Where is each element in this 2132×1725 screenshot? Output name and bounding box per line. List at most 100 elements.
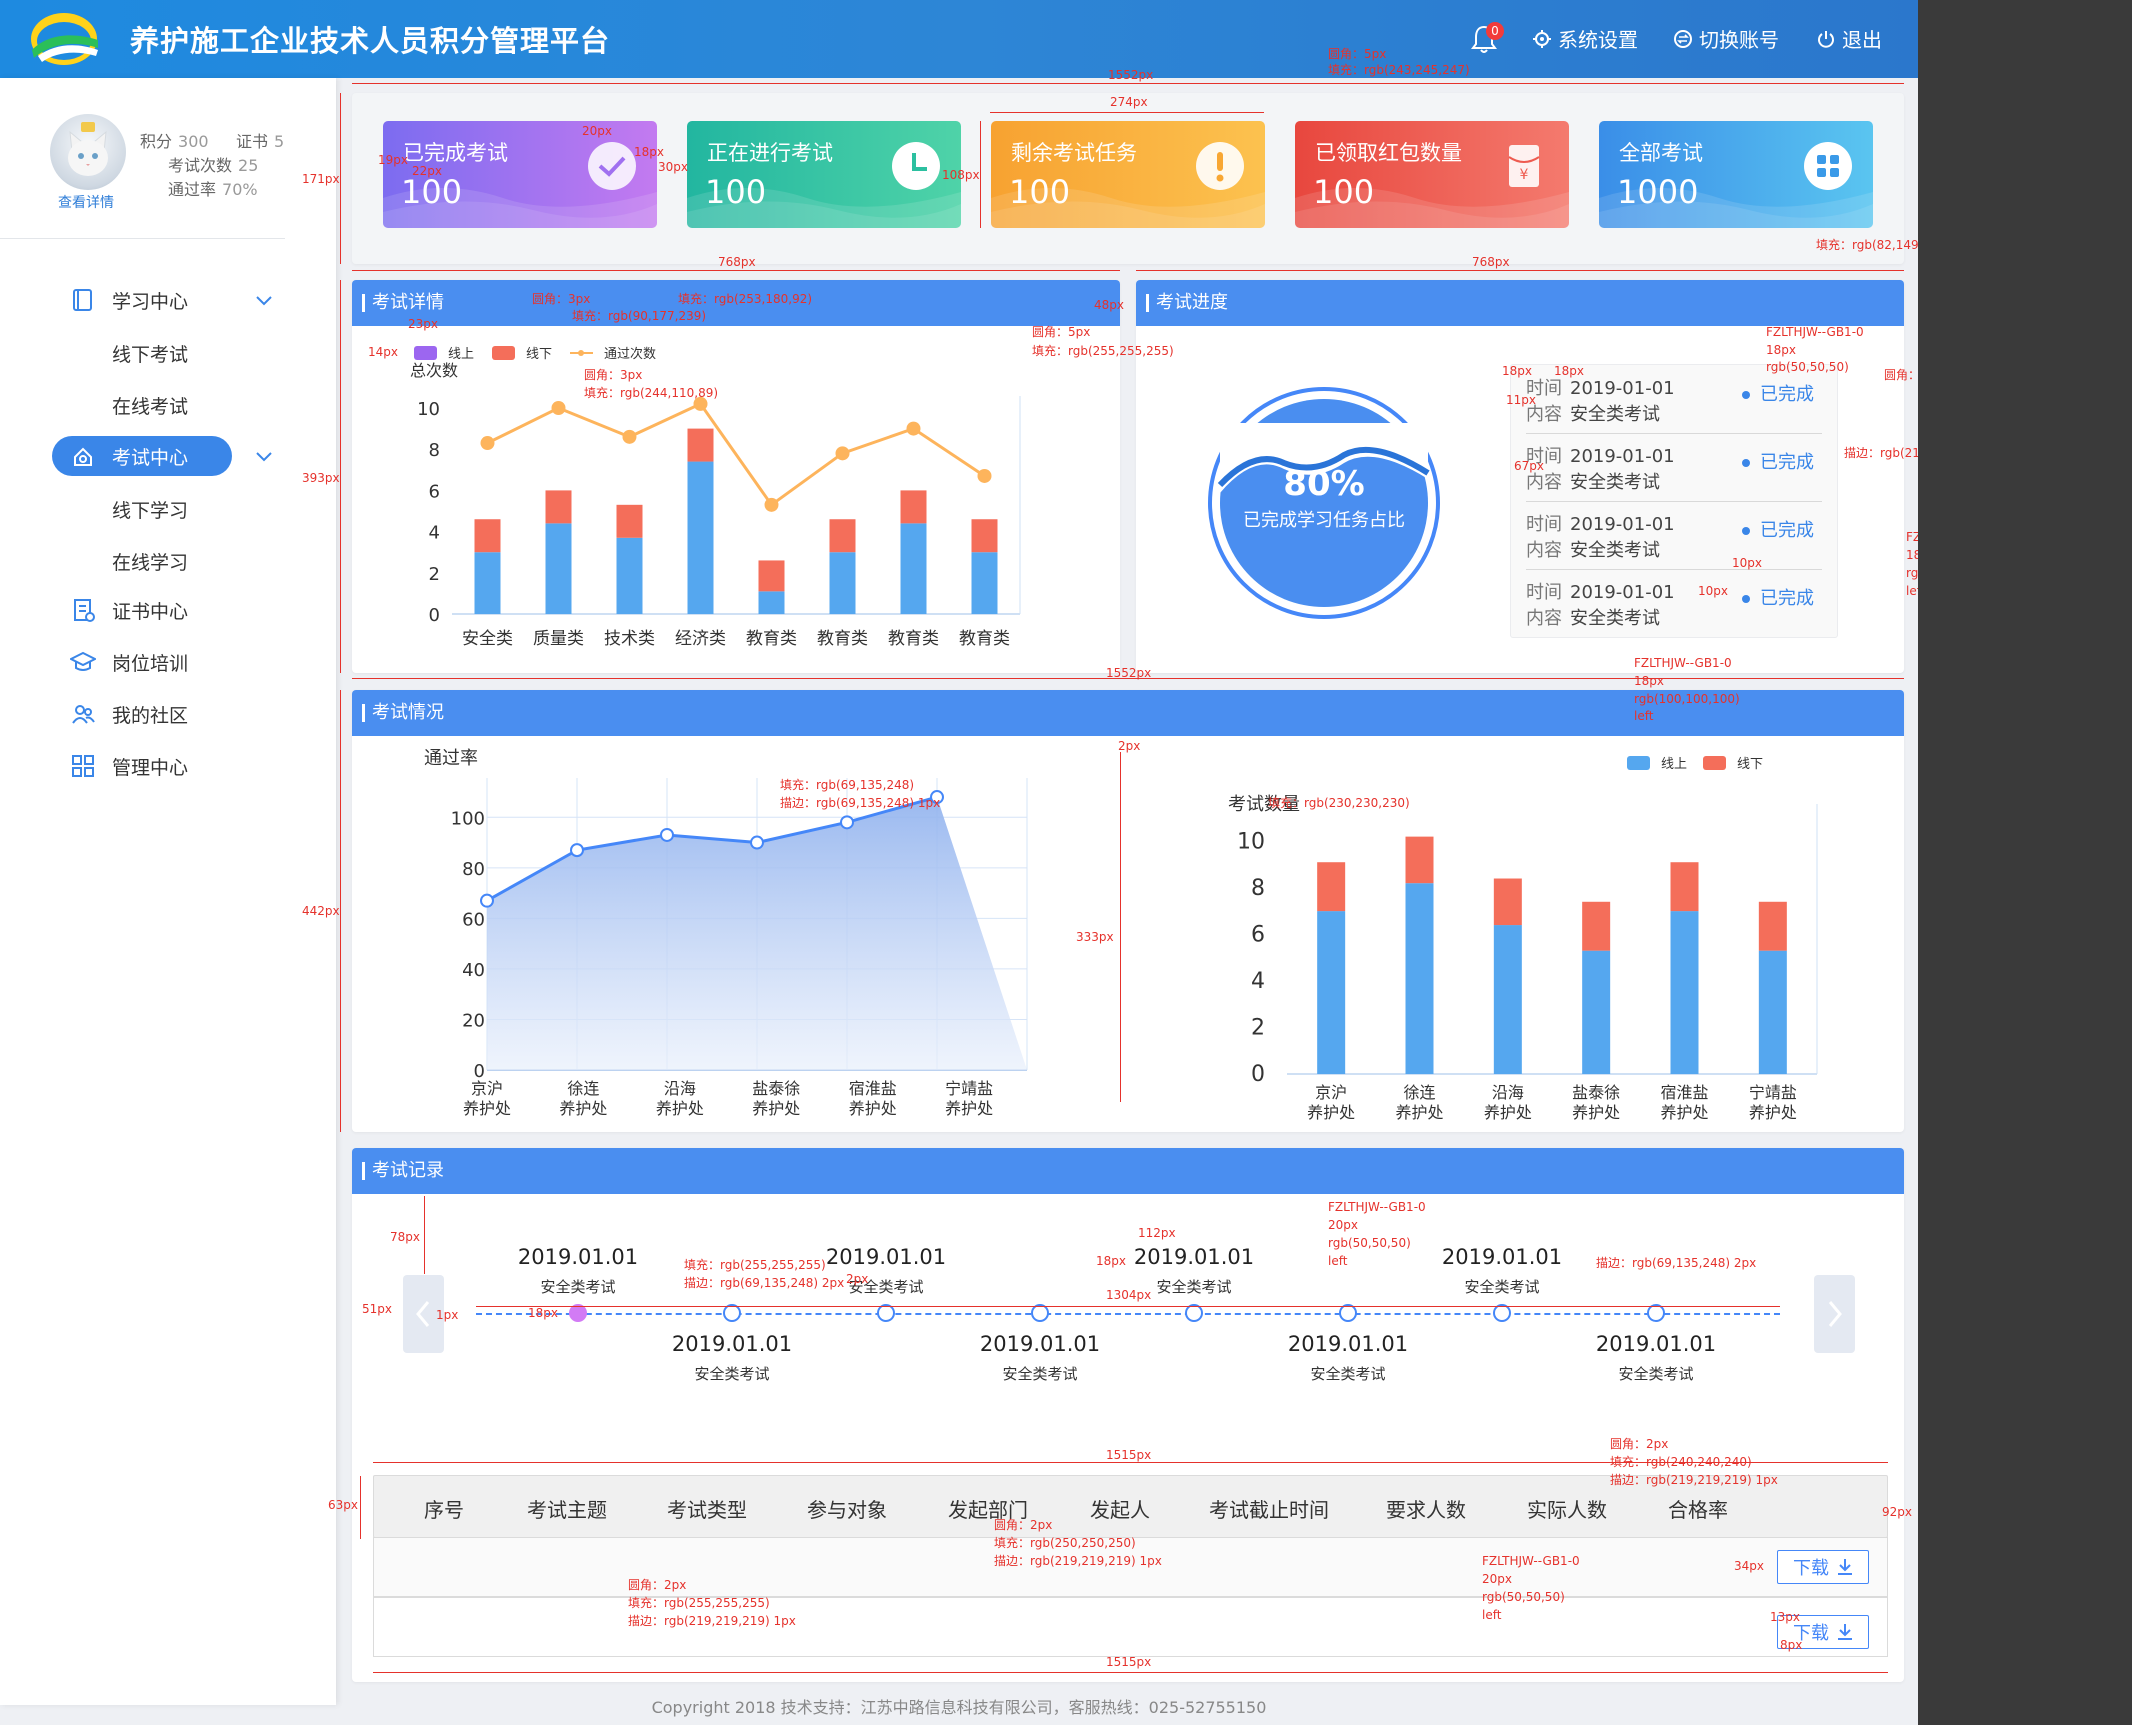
logout-button[interactable]: 退出 (1816, 24, 1882, 53)
nav-online-study[interactable]: 在线学习 (112, 548, 188, 575)
nav-offline-study[interactable]: 线下学习 (112, 496, 188, 523)
bar-online (616, 537, 643, 614)
spec-annotation: 圆角：5px (1032, 325, 1091, 339)
bar-offline (1582, 901, 1611, 951)
stat-card-label: 正在进行考试 (707, 141, 833, 165)
table-row (373, 1597, 1888, 1657)
spec-annotation: rgb(50,50,50) (1328, 1236, 1411, 1250)
y-tick-label: 80 (462, 859, 485, 880)
stat-card[interactable]: 全部考试 1000 (1599, 121, 1873, 228)
spec-measure-line (360, 1476, 361, 1539)
x-tick-label: 教育类 (888, 629, 939, 649)
spec-annotation: 274px (1110, 95, 1148, 109)
table-header-cell: 实际人数 (1527, 1498, 1607, 1522)
y-tick-label: 0 (429, 605, 440, 626)
nav-online-exam[interactable]: 在线考试 (112, 392, 188, 419)
timeline-exam-name: 安全类考试 (1002, 1365, 1078, 1383)
exams-label: 考试次数 (168, 156, 233, 175)
x-tick-label: 宁靖盐 (1749, 1083, 1797, 1102)
legend-label: 通过次数 (604, 346, 656, 362)
progress-caption: 已完成学习任务占比 (1243, 510, 1405, 531)
content-value: 安全类考试 (1570, 404, 1660, 425)
spec-annotation: 20px (1328, 1218, 1358, 1232)
nav-study-center[interactable]: 学习中心 (52, 280, 272, 320)
progress-content: 内容 安全类考试 (1526, 400, 1660, 426)
table-header-cell: 要求人数 (1386, 1498, 1466, 1522)
spec-measure-line (340, 690, 341, 1132)
spec-annotation: 63px (328, 1498, 358, 1512)
progress-item: 时间 2019-01-01 内容 安全类考试 已完成 (1510, 506, 1838, 574)
x-tick-label: 养护处 (752, 1099, 800, 1118)
time-value: 2019-01-01 (1570, 514, 1675, 535)
spec-annotation: 51px (362, 1302, 392, 1316)
nav-offline-exam[interactable]: 线下考试 (112, 340, 188, 367)
stat-card-label: 全部考试 (1619, 141, 1703, 165)
nav-certificate-center[interactable]: 证书中心 (52, 590, 232, 630)
spec-annotation: 19px (378, 153, 408, 167)
nav-community[interactable]: 我的社区 (52, 694, 232, 734)
spec-measure-line (352, 83, 1904, 84)
switch-account-label: 切换账号 (1699, 28, 1779, 52)
switch-account-button[interactable]: 切换账号 (1673, 24, 1779, 53)
spec-measure-line (1136, 270, 1904, 271)
legend-swatch (1703, 756, 1726, 770)
bar-offline (687, 428, 714, 462)
cert-label: 证书 (236, 132, 269, 151)
progress-divider (1526, 433, 1822, 434)
legend-swatch (492, 346, 515, 360)
spec-annotation: 圆角：2px (1610, 1437, 1669, 1451)
line-point (906, 421, 921, 436)
spec-annotation: 112px (1138, 1226, 1176, 1240)
view-detail-link[interactable]: 查看详情 (58, 192, 114, 212)
progress-time: 时间 2019-01-01 (1526, 510, 1675, 536)
spec-annotation: 34px (1734, 1559, 1764, 1573)
avatar[interactable] (50, 114, 126, 190)
x-tick-label: 养护处 (1307, 1103, 1355, 1122)
nav-job-training[interactable]: 岗位培训 (52, 642, 232, 682)
timeline-next-button[interactable] (1814, 1275, 1855, 1353)
spec-annotation: 填充：rgb(250,250,250) (994, 1536, 1136, 1550)
content-value: 安全类考试 (1570, 608, 1660, 629)
bar-offline (545, 490, 572, 524)
stat-card[interactable]: 剩余考试任务 100 (991, 121, 1265, 228)
apps-icon (1804, 142, 1852, 190)
y-tick-label: 4 (1251, 969, 1265, 994)
sidebar-divider (0, 238, 285, 239)
spec-annotation: 393px (302, 471, 340, 485)
line-point (835, 446, 850, 461)
time-label: 时间 (1526, 582, 1562, 603)
nav-management-center[interactable]: 管理中心 (52, 746, 232, 786)
bar-offline (900, 490, 927, 524)
stat-card-value: 100 (1313, 173, 1375, 211)
power-icon (1818, 30, 1834, 48)
line-point (660, 827, 674, 842)
content-label: 内容 (1526, 608, 1562, 629)
nav-exam-center[interactable]: 考试中心 (52, 436, 272, 476)
x-tick-label: 技术类 (604, 629, 655, 649)
spec-annotation: 填充：rgb(255,255,255) (1032, 344, 1174, 358)
x-tick-label: 养护处 (1484, 1103, 1532, 1122)
download-label: 下载 (1793, 1558, 1829, 1579)
line-point (840, 815, 854, 830)
spec-annotation: 圆角：2px (994, 1518, 1053, 1532)
spec-annotation: 1px (436, 1308, 459, 1322)
exam-detail-panel: 考试详情 总次数 0 2 4 6 8 10 安全类 质量类 技术类 经济类 教育类 教育类 教育类 教育类线… (352, 280, 1120, 673)
spec-annotation: 92px (1882, 1505, 1912, 1519)
spec-annotation: 描边：rgb(69,135,248) 2px (684, 1276, 845, 1290)
content-label: 内容 (1526, 540, 1562, 561)
gear-icon (1533, 29, 1551, 48)
exam-icon (74, 447, 92, 466)
timeline-exam-name: 安全类考试 (694, 1365, 770, 1383)
spec-annotation: 填充：rgb(90,177,239) (572, 309, 707, 323)
spec-measure-line (424, 1196, 425, 1274)
x-tick-label: 盐泰徐 (752, 1079, 800, 1098)
exam-situation-panel: 考试情况 通过率 0 20 40 60 80 100 京沪 养护处 徐连 养护处 沿海 养护处 盐泰徐 养护… (352, 690, 1904, 1132)
stat-card[interactable]: 正在进行考试 100 (687, 121, 961, 228)
page: 养护施工企业技术人员积分管理平台 0 系统设置 切换账号 退出 查看详情 积分 3… (0, 0, 1918, 1725)
download-button[interactable]: 下载 (1777, 1550, 1869, 1584)
stat-card[interactable]: 已领取红包数量 100 ¥ (1295, 121, 1569, 228)
settings-button[interactable]: 系统设置 (1532, 24, 1638, 53)
spec-annotation: 30px (658, 160, 688, 174)
bar-online (1670, 911, 1699, 1074)
bar-offline (1670, 862, 1699, 912)
